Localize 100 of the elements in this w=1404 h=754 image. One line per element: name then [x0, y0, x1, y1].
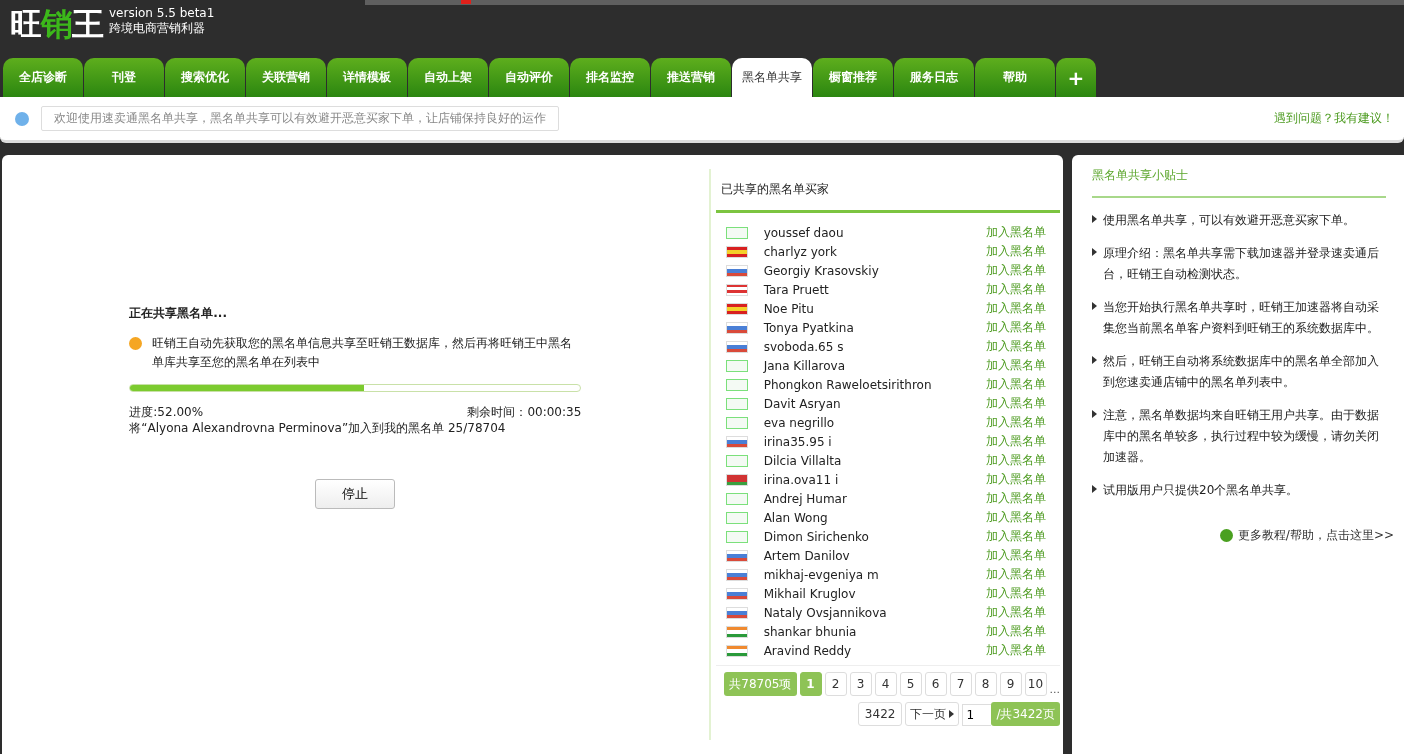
add-to-blacklist-link[interactable]: 加入黑名单 [986, 338, 1046, 355]
flag-icon [725, 549, 748, 562]
buyer-name: irina.ova11 i [763, 472, 840, 487]
nav-tab[interactable]: 搜索优化 [165, 58, 245, 97]
add-to-blacklist-link[interactable]: 加入黑名单 [986, 509, 1046, 526]
page-button[interactable]: 5 [899, 672, 922, 696]
bullet-icon [1092, 356, 1097, 364]
tip-text: 然后，旺销王自动将系统数据库中的黑名单全部加入到您速卖通店铺中的黑名单列表中。 [1103, 353, 1380, 391]
nav-tab[interactable]: 黑名单共享 [732, 58, 812, 97]
page-button[interactable]: 1 [799, 672, 822, 696]
buyer-name: Artem Danilov [763, 548, 851, 563]
list-title: 已共享的黑名单买家 [715, 169, 1060, 213]
add-to-blacklist-link[interactable]: 加入黑名单 [986, 300, 1046, 317]
page-button[interactable]: 2 [824, 672, 847, 696]
bullet-icon [1092, 302, 1097, 310]
nav-tab[interactable]: 排名监控 [570, 58, 650, 97]
nav-tab[interactable]: 刊登 [84, 58, 164, 97]
flag-icon [725, 340, 748, 353]
add-to-blacklist-link[interactable]: 加入黑名单 [986, 262, 1046, 279]
nav-tab[interactable]: 服务日志 [894, 58, 974, 97]
nav-tab[interactable]: 详情模板 [327, 58, 407, 97]
flag-icon [725, 378, 748, 391]
add-to-blacklist-link[interactable]: 加入黑名单 [986, 433, 1046, 450]
add-to-blacklist-link[interactable]: 加入黑名单 [986, 243, 1046, 260]
flag-icon [725, 359, 748, 372]
flag-icon [725, 625, 748, 638]
tips-title: 黑名单共享小贴士 [1092, 167, 1386, 198]
nav-tab[interactable]: 帮助 [975, 58, 1055, 97]
page-input[interactable]: 1 [962, 704, 992, 726]
add-to-blacklist-link[interactable]: 加入黑名单 [986, 547, 1046, 564]
buyer-name: shankar bhunia [763, 624, 858, 639]
flag-icon [725, 321, 748, 334]
ellipsis: ... [1049, 683, 1060, 696]
add-to-blacklist-link[interactable]: 加入黑名单 [986, 414, 1046, 431]
buyer-name: Andrej Humar [763, 491, 848, 506]
buyer-name: youssef daou [763, 225, 845, 240]
page-button[interactable]: 4 [874, 672, 897, 696]
nav-tab[interactable]: 自动评价 [489, 58, 569, 97]
bullet-icon [1092, 215, 1097, 223]
add-to-blacklist-link[interactable]: 加入黑名单 [986, 528, 1046, 545]
add-tab-button[interactable]: + [1056, 58, 1096, 97]
flag-icon [725, 416, 748, 429]
page-button[interactable]: 6 [924, 672, 947, 696]
flag-icon [725, 530, 748, 543]
feedback-link[interactable]: 遇到问题？我有建议！ [1274, 110, 1394, 127]
warning-icon [129, 337, 143, 350]
buyer-name: eva negrillo [763, 415, 836, 430]
buyer-name: Dilcia Villalta [763, 453, 843, 468]
add-to-blacklist-link[interactable]: 加入黑名单 [986, 376, 1046, 393]
buyer-name: svoboda.65 s [763, 339, 845, 354]
page-count: /共3422页 [991, 702, 1060, 726]
caret-icon [949, 710, 955, 718]
buyer-name: Jana Killarova [763, 358, 846, 373]
bullet-icon [1092, 410, 1097, 418]
add-to-blacklist-link[interactable]: 加入黑名单 [986, 319, 1046, 336]
tip-text: 试用版用户只提供20个黑名单共享。 [1103, 482, 1299, 499]
tip-text: 原理介绍：黑名单共享需下载加速器并登录速卖通后台，旺销王自动检测状态。 [1103, 245, 1380, 283]
flag-icon [725, 473, 748, 486]
buyer-name: Dimon Sirichenko [763, 529, 870, 544]
flag-icon [725, 226, 748, 239]
nav-tab[interactable]: 推送营销 [651, 58, 731, 97]
page-button[interactable]: 10 [1024, 672, 1047, 696]
progress-message: 旺销王自动先获取您的黑名单信息共享至旺销王数据库，然后再将旺销王中黑名单库共享至您的黑名单在列表中 [152, 335, 574, 371]
status-text: 将“Alyona Alexandrovna Perminova”加入到我的黑名单 25/78704 [129, 420, 507, 437]
info-icon [15, 111, 29, 126]
add-to-blacklist-link[interactable]: 加入黑名单 [986, 395, 1046, 412]
bullet-icon [1092, 485, 1097, 493]
flag-icon [725, 302, 748, 315]
next-page-button[interactable]: 下一页 [905, 702, 960, 726]
notice-field: 欢迎使用速卖通黑名单共享，黑名单共享可以有效避开恶意买家下单，让店铺保持良好的运作 [41, 106, 559, 131]
flag-icon [725, 283, 748, 296]
nav-tab[interactable]: 自动上架 [408, 58, 488, 97]
add-to-blacklist-link[interactable]: 加入黑名单 [986, 471, 1046, 488]
progress-percent: 进度:52.00% [129, 404, 204, 420]
buyer-name: Mikhail Kruglov [763, 586, 857, 601]
flag-icon [725, 492, 748, 505]
buyer-name: Tonya Pyatkina [763, 320, 855, 335]
add-to-blacklist-link[interactable]: 加入黑名单 [986, 452, 1046, 469]
add-to-blacklist-link[interactable]: 加入黑名单 [986, 357, 1046, 374]
marker-icon [461, 0, 471, 4]
help-icon [1219, 529, 1233, 542]
flag-icon [725, 264, 748, 277]
add-to-blacklist-link[interactable]: 加入黑名单 [986, 281, 1046, 298]
page-button[interactable]: 9 [999, 672, 1022, 696]
nav-tab[interactable]: 橱窗推荐 [813, 58, 893, 97]
stop-button[interactable]: 停止 [315, 479, 396, 509]
add-to-blacklist-link[interactable]: 加入黑名单 [986, 566, 1046, 583]
page-button[interactable]: 3 [849, 672, 872, 696]
nav-tab[interactable]: 全店诊断 [3, 58, 83, 97]
add-to-blacklist-link[interactable]: 加入黑名单 [986, 604, 1046, 621]
page-button[interactable]: 8 [974, 672, 997, 696]
add-to-blacklist-link[interactable]: 加入黑名单 [986, 490, 1046, 507]
add-to-blacklist-link[interactable]: 加入黑名单 [986, 224, 1046, 241]
last-page-button[interactable]: 3422 [857, 702, 903, 726]
add-to-blacklist-link[interactable]: 加入黑名单 [986, 623, 1046, 640]
flag-icon [725, 587, 748, 600]
nav-tab[interactable]: 关联营销 [246, 58, 326, 97]
page-button[interactable]: 7 [949, 672, 972, 696]
add-to-blacklist-link[interactable]: 加入黑名单 [986, 585, 1046, 602]
add-to-blacklist-link[interactable]: 加入黑名单 [986, 642, 1046, 659]
